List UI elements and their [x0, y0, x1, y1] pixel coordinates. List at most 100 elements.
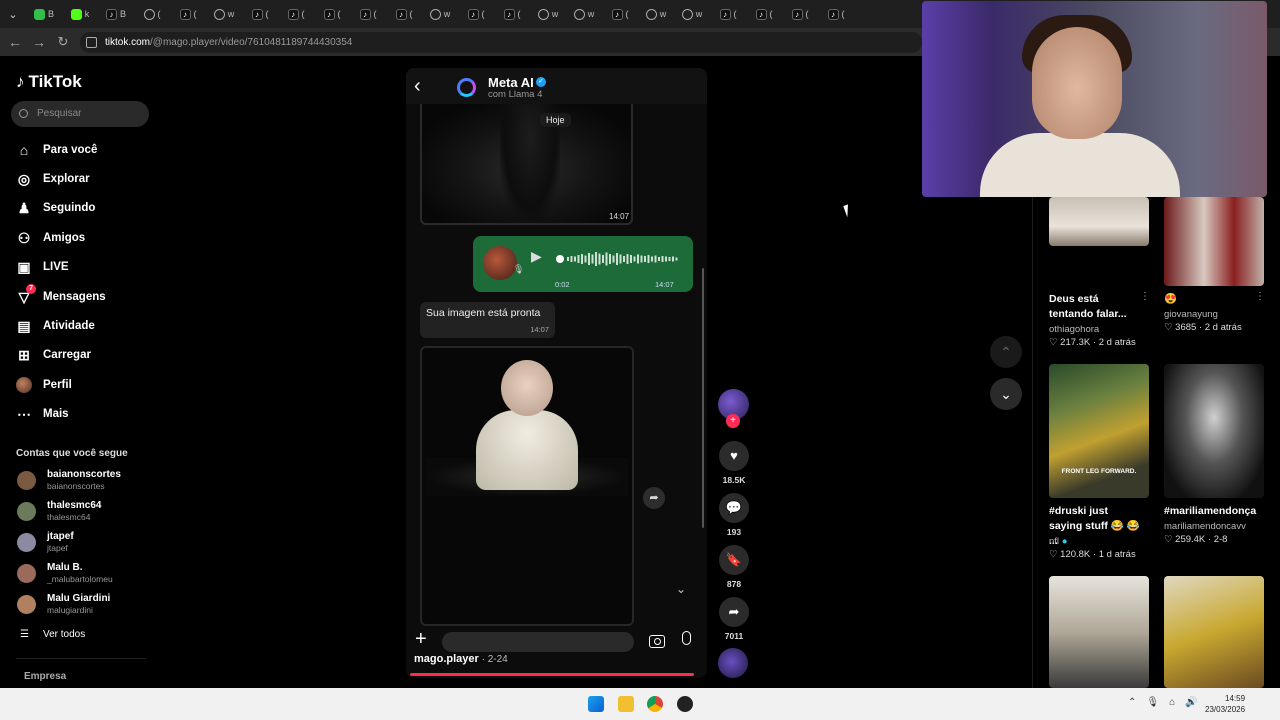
company-link[interactable]: Empresa	[24, 671, 66, 682]
comment-button[interactable]: 💬 193	[719, 493, 749, 537]
browser-tab[interactable]: w	[566, 3, 602, 25]
tiktok-icon: ♪	[611, 8, 623, 20]
forward-nav-icon[interactable]: →	[31, 34, 47, 50]
system-clock[interactable]: 14:59 23/03/2026	[1205, 693, 1245, 715]
sidebar-item-para-voc-[interactable]: ⌂ Para você	[16, 140, 98, 160]
see-all-link[interactable]: ☰ Ver todos	[20, 629, 85, 640]
chevron-up-icon[interactable]: ⌃	[1128, 697, 1136, 708]
sidebar-item-atividade[interactable]: ▤ Atividade	[16, 316, 94, 336]
tiktok-icon: ♪	[467, 8, 479, 20]
chrome-icon[interactable]	[647, 696, 663, 712]
browser-tab[interactable]: k	[62, 3, 98, 25]
sidebar-item-mais[interactable]: ⋯ Mais	[16, 404, 69, 424]
sidebar-item-amigos[interactable]: ⚇ Amigos	[16, 228, 85, 248]
video-thumbnail[interactable]	[1164, 197, 1264, 286]
browser-tab[interactable]: ♪(	[818, 3, 854, 25]
video-progress-bar[interactable]	[410, 673, 695, 676]
more-options-icon[interactable]: ⋮	[1140, 291, 1150, 302]
search-input[interactable]: Pesquisar	[11, 101, 149, 127]
avatar	[17, 533, 36, 552]
sidebar-item-perfil[interactable]: Perfil	[16, 375, 72, 395]
recommendation-user-name: nfl	[1049, 536, 1060, 547]
reload-icon[interactable]: ↻	[55, 34, 71, 50]
browser-tab[interactable]: ♪(	[170, 3, 206, 25]
windows-start-icon[interactable]	[588, 696, 604, 712]
browser-tab[interactable]: w	[638, 3, 674, 25]
browser-tab[interactable]: B	[26, 3, 62, 25]
account-handle: _malubartolomeu	[47, 574, 113, 584]
share-button[interactable]: ➦ 7011	[719, 597, 749, 641]
sidebar-item-live[interactable]: ▣ LIVE	[16, 257, 69, 277]
recommendation-title[interactable]: Deus está tentando falar...	[1049, 292, 1129, 322]
browser-tab[interactable]: ♪(	[386, 3, 422, 25]
browser-tab[interactable]: ♪(	[278, 3, 314, 25]
followed-account[interactable]: jtapef jtapef	[16, 531, 156, 555]
sidebar-item-carregar[interactable]: ⊞ Carregar	[16, 345, 91, 365]
browser-tab[interactable]: ♪(	[710, 3, 746, 25]
browser-tab[interactable]: w	[206, 3, 242, 25]
followed-account[interactable]: thalesmc64 thalesmc64	[16, 500, 156, 524]
avatar	[17, 595, 36, 614]
follow-plus-icon[interactable]: +	[726, 414, 740, 428]
video-thumbnail[interactable]	[1049, 576, 1149, 688]
recommendation-user[interactable]: mariliamendoncavv	[1164, 521, 1246, 532]
video-player[interactable]: ‹ Meta AI ✓ com Llama 4 Hoje 14:07 🎙 ▶ 0…	[406, 68, 707, 678]
recommendation-user[interactable]: giovanayung	[1164, 309, 1218, 320]
browser-tab[interactable]: w	[530, 3, 566, 25]
obs-icon[interactable]	[677, 696, 693, 712]
microphone-icon[interactable]: 🎙	[1146, 697, 1159, 708]
browser-tab[interactable]: ♪(	[494, 3, 530, 25]
message-text: Sua imagem está pronta	[426, 307, 541, 319]
followed-account[interactable]: baianonscortes baianonscortes	[16, 469, 156, 493]
video-thumbnail[interactable]	[1164, 364, 1264, 498]
heart-outline-icon: ♡	[1164, 322, 1176, 333]
back-nav-icon[interactable]: ←	[7, 34, 23, 50]
account-handle: thalesmc64	[47, 512, 91, 522]
mouse-cursor-icon	[843, 202, 857, 218]
recommendation-user[interactable]: nfl ●	[1049, 536, 1067, 547]
music-disc-icon[interactable]	[718, 648, 748, 678]
tiktok-logo[interactable]: ♪ TikTok	[16, 72, 82, 92]
waveform-bar	[584, 255, 587, 263]
followed-account[interactable]: Malu Giardini malugiardini	[16, 593, 156, 617]
save-button[interactable]: 🔖 878	[719, 545, 749, 589]
tab-search-menu-icon[interactable]: ⌄	[0, 8, 26, 21]
browser-tab[interactable]: ♪(	[242, 3, 278, 25]
waveform-bar	[644, 256, 646, 262]
browser-tab[interactable]: (	[134, 3, 170, 25]
more-options-icon[interactable]: ⋮	[1255, 291, 1265, 302]
browser-tab[interactable]: ♪(	[314, 3, 350, 25]
next-video-button[interactable]: ⌄	[990, 378, 1022, 410]
recommendations-divider	[1032, 197, 1033, 688]
sidebar-item-seguindo[interactable]: ♟ Seguindo	[16, 198, 96, 218]
video-thumbnail[interactable]	[1049, 197, 1149, 246]
network-icon[interactable]: ⌂	[1169, 697, 1175, 708]
previous-video-button[interactable]: ⌃	[990, 336, 1022, 368]
sidebar-item-label: LIVE	[43, 261, 69, 273]
sidebar-item-explorar[interactable]: ◎ Explorar	[16, 169, 90, 189]
followed-account[interactable]: Malu B. _malubartolomeu	[16, 562, 156, 586]
video-thumbnail[interactable]	[1164, 576, 1264, 688]
browser-tab[interactable]: ♪(	[350, 3, 386, 25]
site-info-icon[interactable]	[86, 37, 97, 48]
browser-tab[interactable]: ♪(	[458, 3, 494, 25]
sidebar-item-label: Mais	[43, 408, 69, 420]
browser-tab[interactable]: w	[674, 3, 710, 25]
like-button[interactable]: ♥ 18.5K	[719, 441, 749, 485]
video-thumbnail[interactable]: FRONT LEG FORWARD.	[1049, 364, 1149, 498]
posted-age: 1 d atrás	[1098, 549, 1136, 560]
sidebar-item-mensagens[interactable]: ▽ 7 Mensagens	[16, 284, 106, 307]
file-explorer-icon[interactable]	[618, 696, 634, 712]
browser-tab[interactable]: ♪(	[602, 3, 638, 25]
browser-tab[interactable]: w	[422, 3, 458, 25]
waveform-bar	[598, 253, 601, 265]
video-author[interactable]: mago.player · 2-24	[414, 653, 508, 665]
browser-tab[interactable]: ♪(	[782, 3, 818, 25]
recommendation-title[interactable]: #mariliamendonça	[1164, 504, 1274, 519]
browser-tab[interactable]: ♪(	[746, 3, 782, 25]
recommendation-title[interactable]: 😍	[1164, 292, 1177, 307]
browser-tab[interactable]: ♪ B	[98, 3, 134, 25]
volume-icon[interactable]: 🔊	[1185, 697, 1197, 708]
url-input[interactable]: tiktok.com/@mago.player/video/7610481189…	[80, 32, 922, 53]
recommendation-user[interactable]: othiagohora	[1049, 324, 1099, 335]
